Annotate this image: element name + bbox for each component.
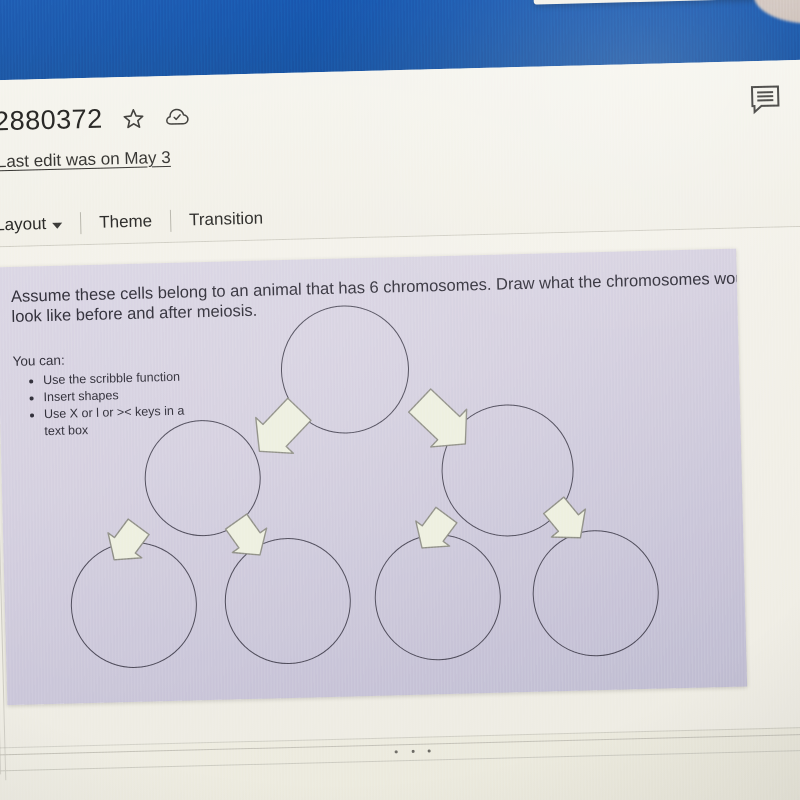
bullet-text-2: Insert shapes bbox=[43, 388, 119, 404]
arrow-right-to-gamete-4[interactable] bbox=[536, 492, 595, 547]
toolbar-layout-label: Layout bbox=[0, 214, 47, 235]
speaker-notes-drag-handle[interactable] bbox=[394, 744, 431, 757]
document-title[interactable]: - 2880372 bbox=[0, 104, 103, 138]
slide-editing-surface[interactable]: Assume these cells belong to an animal t… bbox=[0, 248, 748, 706]
comment-icon[interactable] bbox=[748, 82, 783, 115]
bullet-text-1: Use the scribble function bbox=[42, 369, 181, 387]
star-icon[interactable] bbox=[120, 105, 147, 132]
arrow-right-to-gamete-3[interactable] bbox=[406, 504, 463, 557]
handle-dot bbox=[411, 749, 415, 753]
toolbar-button-layout[interactable]: Layout bbox=[0, 213, 80, 236]
arrow-parent-to-left[interactable] bbox=[241, 390, 323, 466]
gamete-cell-4-circle[interactable] bbox=[531, 528, 661, 658]
arrow-left-to-gamete-2[interactable] bbox=[219, 510, 276, 563]
cloud-check-icon[interactable] bbox=[164, 104, 191, 131]
toolbar-button-transition[interactable]: Transition bbox=[171, 208, 281, 231]
browser-window: Submit Assign... - 2880372 bbox=[0, 0, 800, 800]
title-row: - 2880372 bbox=[0, 101, 191, 137]
handle-dot bbox=[394, 749, 398, 753]
toolbar-button-theme[interactable]: Theme bbox=[81, 211, 170, 233]
chevron-down-icon bbox=[52, 222, 63, 229]
arrow-parent-to-right[interactable] bbox=[395, 379, 483, 459]
screen-photo: Submit Assign... - 2880372 bbox=[0, 0, 800, 800]
toolbar-theme-label: Theme bbox=[98, 211, 153, 232]
toolbar-transition-label: Transition bbox=[188, 208, 264, 230]
arrow-left-to-gamete-1[interactable] bbox=[99, 515, 156, 568]
handle-dot bbox=[427, 748, 431, 753]
bullet-text-3: Use X or l or >< keys in a bbox=[43, 403, 185, 422]
